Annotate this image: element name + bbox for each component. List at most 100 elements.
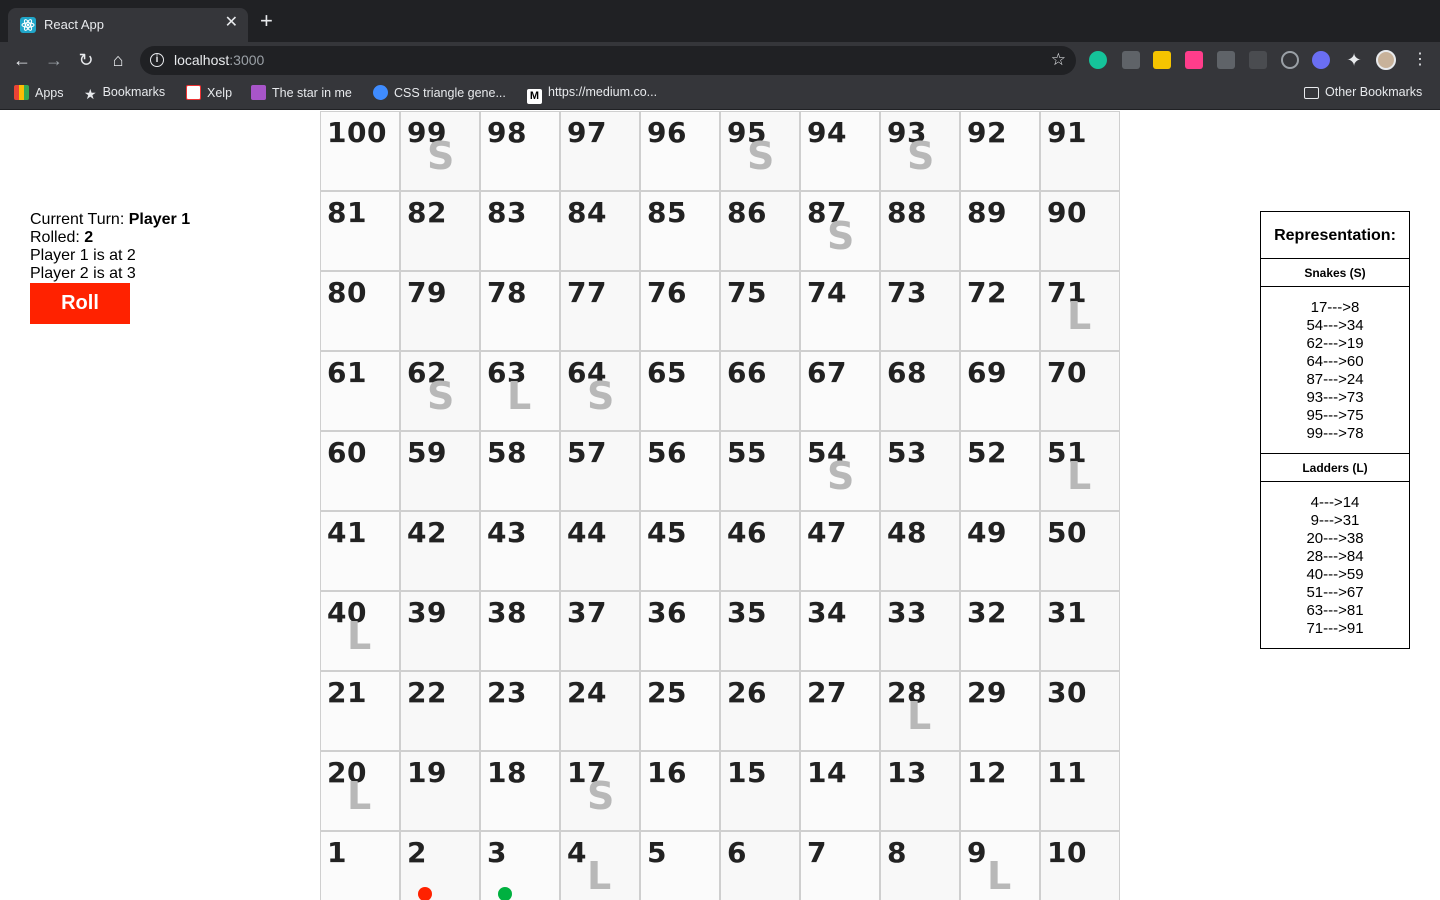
cell-number: 85: [647, 196, 687, 229]
board-cell: 90: [1040, 191, 1120, 271]
snake-marker: S: [827, 454, 855, 498]
browser-tab[interactable]: React App ✕: [8, 8, 248, 42]
cell-number: 7: [807, 836, 827, 869]
cell-number: 89: [967, 196, 1007, 229]
grammarly-extension-icon[interactable]: [1089, 51, 1107, 69]
bookmark-star-in-me[interactable]: The star in me: [251, 85, 352, 100]
snake-entry: 64--->60: [1306, 353, 1364, 370]
cell-number: 11: [1047, 756, 1087, 789]
player-2-token: [498, 887, 512, 900]
back-icon[interactable]: ←: [11, 49, 33, 71]
cell-number: 100: [327, 116, 387, 149]
cell-number: 46: [727, 516, 767, 549]
board-cell: 4L: [560, 831, 640, 900]
board-cell: 20 L: [320, 751, 400, 831]
ladder-marker: L: [507, 374, 532, 418]
board-cell: 92: [960, 111, 1040, 191]
cell-number: 58: [487, 436, 527, 469]
board-cell: 66: [720, 351, 800, 431]
cell-number: 34: [807, 596, 847, 629]
reload-icon[interactable]: ↻: [75, 49, 97, 71]
board-cell: 91: [1040, 111, 1120, 191]
ladder-marker: L: [987, 854, 1012, 898]
ladder-entry: 20--->38: [1306, 530, 1364, 547]
folder-icon: [1304, 87, 1319, 99]
new-tab-icon[interactable]: +: [260, 10, 273, 32]
board-cell: 36: [640, 591, 720, 671]
extension-icon[interactable]: [1185, 51, 1203, 69]
cell-number: 52: [967, 436, 1007, 469]
game-status: Current Turn: Player 1 Rolled: 2 Player …: [30, 211, 190, 283]
snake-entry: 62--->19: [1306, 335, 1364, 352]
snake-entry: 95--->75: [1306, 407, 1364, 424]
snake-marker: S: [427, 134, 455, 178]
close-tab-icon[interactable]: ✕: [225, 15, 238, 31]
roll-button[interactable]: Roll: [30, 283, 130, 324]
extension-icon[interactable]: [1122, 51, 1140, 69]
extension-icon[interactable]: [1217, 51, 1235, 69]
bookmark-css-triangle[interactable]: CSS triangle gene...: [373, 85, 506, 100]
board-cell: 45: [640, 511, 720, 591]
cell-number: 68: [887, 356, 927, 389]
react-favicon-icon: [20, 17, 36, 33]
cell-number: 60: [327, 436, 367, 469]
board-cell: 47: [800, 511, 880, 591]
snake-entry: 17--->8: [1310, 299, 1360, 316]
cell-number: 70: [1047, 356, 1087, 389]
board-cell: 31: [1040, 591, 1120, 671]
board-cell: 46: [720, 511, 800, 591]
cell-number: 77: [567, 276, 607, 309]
legend-title: Representation:: [1261, 212, 1409, 259]
board-cell: 63 L: [480, 351, 560, 431]
board-cell: 72: [960, 271, 1040, 351]
board-cell: 57: [560, 431, 640, 511]
board-cell: 3: [480, 831, 560, 900]
board-cell: 44: [560, 511, 640, 591]
cell-number: 82: [407, 196, 447, 229]
cell-number: 14: [807, 756, 847, 789]
cell-number: 9: [967, 836, 987, 869]
cell-number: 1: [327, 836, 347, 869]
cell-number: 4: [567, 836, 587, 869]
board-cell: 95 S: [720, 111, 800, 191]
bookmark-star-icon[interactable]: ☆: [1051, 50, 1066, 70]
board-cell: 2: [400, 831, 480, 900]
board-cell: 82: [400, 191, 480, 271]
address-bar[interactable]: i localhost:3000 ☆: [140, 46, 1076, 75]
forward-icon[interactable]: →: [43, 49, 65, 71]
cell-number: 49: [967, 516, 1007, 549]
bookmark-xelp[interactable]: Xelp: [186, 85, 232, 100]
page-content: Current Turn: Player 1 Rolled: 2 Player …: [0, 111, 1440, 900]
bookmark-apps[interactable]: Apps: [14, 85, 64, 100]
cell-number: 50: [1047, 516, 1087, 549]
board-cell: 65: [640, 351, 720, 431]
cell-number: 10: [1047, 836, 1087, 869]
board-cell: 11: [1040, 751, 1120, 831]
extension-icon[interactable]: [1281, 51, 1299, 69]
extension-icon[interactable]: [1312, 51, 1330, 69]
bookmark-other[interactable]: Other Bookmarks: [1304, 85, 1422, 99]
board-cell: 80: [320, 271, 400, 351]
cell-number: 42: [407, 516, 447, 549]
snake-marker: S: [827, 214, 855, 258]
extension-icon[interactable]: [1153, 51, 1171, 69]
browser-menu-icon[interactable]: ⋮: [1412, 49, 1428, 71]
extension-icon[interactable]: [1249, 51, 1267, 69]
board-cell: 50: [1040, 511, 1120, 591]
board-cell: 10: [1040, 831, 1120, 900]
ladder-marker: L: [587, 854, 612, 898]
bookmark-bookmarks[interactable]: ★ Bookmarks: [84, 85, 165, 102]
home-icon[interactable]: ⌂: [107, 49, 129, 71]
board-cell: 53: [880, 431, 960, 511]
site-info-icon[interactable]: i: [150, 53, 164, 67]
board-cell: 86: [720, 191, 800, 271]
board-cell: 48: [880, 511, 960, 591]
ladder-entry: 4--->14: [1310, 494, 1360, 511]
bookmark-medium[interactable]: Mhttps://medium.co...: [527, 85, 657, 104]
cell-number: 98: [487, 116, 527, 149]
extensions-puzzle-icon[interactable]: ✦: [1343, 49, 1365, 71]
ladder-marker: L: [1067, 294, 1092, 338]
board-cell: 40 L: [320, 591, 400, 671]
profile-avatar[interactable]: [1376, 50, 1396, 70]
cell-number: 44: [567, 516, 607, 549]
